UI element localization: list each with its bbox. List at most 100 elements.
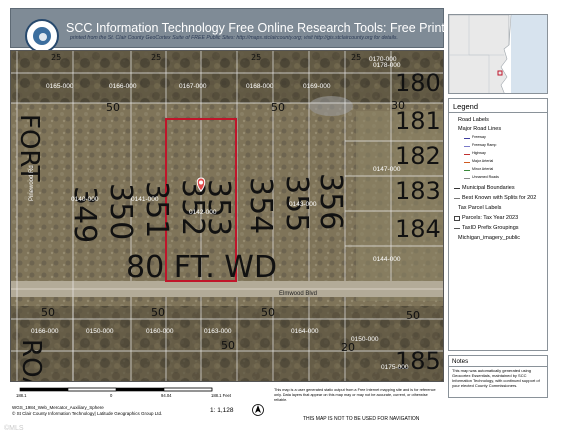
legend-row: Minor Arterial xyxy=(452,167,547,175)
legend-label: Major Arterial xyxy=(472,159,494,163)
overview-inset-map xyxy=(448,14,548,94)
coordinate-system: WGS_1984_Web_Mercator_Auxiliary_Sphere xyxy=(12,405,104,410)
legend-label: Major Road Lines xyxy=(458,126,502,132)
legend-title: Legend xyxy=(453,102,479,111)
parcel-id-label: 0169-000 xyxy=(303,83,331,90)
notes-panel: Notes This map was automatically generat… xyxy=(448,355,548,398)
legend-swatch xyxy=(464,154,470,156)
right-lot-number: 180 xyxy=(395,69,441,97)
legend-row: Highway xyxy=(452,151,547,159)
legend-swatch xyxy=(464,146,470,148)
field-east xyxy=(356,111,443,301)
scale-tick-left: 188.1 xyxy=(16,393,27,398)
dimension-mark: 50 xyxy=(41,306,55,319)
dimension-mark: 50 xyxy=(261,306,275,319)
county-seal-logo xyxy=(25,19,59,53)
parcel-id-label: 0150-000 xyxy=(351,336,379,343)
notes-body: This map was automatically generated usi… xyxy=(452,368,540,388)
map-header: SCC Information Technology Free Online R… xyxy=(10,8,487,53)
legend-row: Major Road Lines xyxy=(452,126,547,134)
notes-divider xyxy=(449,366,548,367)
legend-swatch xyxy=(454,198,460,200)
dimension-mark: 30 xyxy=(391,99,405,112)
inset-svg xyxy=(449,15,547,93)
legend-label: Unnamed Roads xyxy=(472,175,499,179)
parcel-id-label: 0175-000 xyxy=(381,364,409,371)
legend-row: Road Labels xyxy=(452,117,547,125)
legend-swatch xyxy=(464,178,470,179)
map-title: SCC Information Technology Free Online R… xyxy=(66,21,487,35)
legend-swatch xyxy=(454,228,460,229)
map-scale-ratio: 1: 1,128 xyxy=(210,407,234,414)
legend-label: Freeway xyxy=(472,135,486,139)
lot-number: 350 xyxy=(103,183,138,240)
parcel-id-label: 0178-000 xyxy=(373,62,401,69)
seal-highlight xyxy=(39,33,47,41)
printed-map-page: SCC Information Technology Free Online R… xyxy=(0,0,563,435)
legend-swatch xyxy=(454,216,460,221)
legend-row: Unnamed Roads xyxy=(452,175,547,183)
building-roof xyxy=(309,96,353,116)
small-dimension-mark: 25 xyxy=(151,53,161,62)
parcel-id-label: 0150-000 xyxy=(86,328,114,335)
dimension-mark: 50 xyxy=(271,101,285,114)
map-canvas: FORT ROAD 80 FT. WD 349 350 351 352353 354 35… xyxy=(11,51,443,381)
legend-divider xyxy=(449,112,548,113)
legend-row: Parcels: Tax Year 2023 xyxy=(452,215,547,223)
map-footer: 188.1 0 94.04 188.1 Feet WGS_1984_Web_Me… xyxy=(10,384,444,424)
legend-row: TaxID Prefix Groupings xyxy=(452,225,547,233)
parcel-id-label: 0167-000 xyxy=(179,83,207,90)
north-arrow-icon xyxy=(252,404,264,416)
legend-label: Best Known with Splits for 202 xyxy=(462,195,537,201)
watermark: ©MLS xyxy=(4,425,24,432)
lot-number: 353 xyxy=(201,179,236,236)
legend-swatch xyxy=(464,162,470,164)
map-subtitle: printed from the St. Clair County GeoCor… xyxy=(70,35,398,41)
parcel-id-label: 0140-000 xyxy=(71,196,99,203)
right-lot-number: 182 xyxy=(395,142,441,170)
legend-label: Minor Arterial xyxy=(472,167,494,171)
small-dimension-mark: 25 xyxy=(351,53,361,62)
parcel-id-label: 0168-000 xyxy=(246,83,274,90)
legend-row: Municipal Boundaries xyxy=(452,185,547,193)
scale-bar xyxy=(19,387,213,392)
scale-tick-mid: 94.04 xyxy=(161,393,172,398)
lot-number: 354 xyxy=(243,177,278,234)
legend-swatch xyxy=(464,138,470,140)
parcel-id-label: 0166-000 xyxy=(109,83,137,90)
legend-row: Tax Parcel Labels xyxy=(452,205,547,213)
disclaimer-text: This map is a user generated static outp… xyxy=(274,388,436,402)
legend-row: Freeway xyxy=(452,135,547,143)
dimension-mark: 50 xyxy=(406,309,420,322)
legend-row: Michigan_imagery_public xyxy=(452,235,547,243)
dimension-mark: 50 xyxy=(221,339,235,352)
legend-swatch xyxy=(464,170,470,172)
right-lot-number: 184 xyxy=(395,215,441,243)
legend-label: Highway xyxy=(472,151,486,155)
small-dimension-mark: 25 xyxy=(51,53,61,62)
street-label-pinewood: Pinewood Rd xyxy=(29,165,35,201)
lot-number: 351 xyxy=(139,181,174,238)
legend-label: Freeway Ramp xyxy=(472,143,497,147)
lot-number: 356 xyxy=(313,173,348,230)
main-map[interactable]: FORT ROAD 80 FT. WD 349 350 351 352 353 354 35… xyxy=(10,50,444,382)
legend-label: TaxID Prefix Groupings xyxy=(462,225,519,231)
seal-emblem xyxy=(32,26,52,46)
legend-row: Major Arterial xyxy=(452,159,547,167)
small-dimension-mark: 25 xyxy=(251,53,261,62)
plat-road-width: 80 FT. WD xyxy=(126,250,277,285)
parcel-id-label: 0143-000 xyxy=(289,201,317,208)
scale-tick-right: 188.1 Feet xyxy=(211,393,232,398)
parcel-id-label: 0165-000 xyxy=(46,83,74,90)
legend-row: Best Known with Splits for 202 xyxy=(452,195,547,203)
lot-number: 349 xyxy=(67,186,102,243)
legend-label: Tax Parcel Labels xyxy=(458,205,502,211)
legend-label: Municipal Boundaries xyxy=(462,185,515,191)
copyright-line: © St Clair County Information Technology… xyxy=(12,411,163,416)
legend-swatch xyxy=(454,188,460,189)
legend-label: Parcels: Tax Year 2023 xyxy=(462,215,519,221)
dimension-mark: 50 xyxy=(151,306,165,319)
legend-label: Michigan_imagery_public xyxy=(458,235,521,241)
navigation-warning: THIS MAP IS NOT TO BE USED FOR NAVIGATIO… xyxy=(303,416,420,422)
parcel-id-label: 0163-000 xyxy=(204,328,232,335)
